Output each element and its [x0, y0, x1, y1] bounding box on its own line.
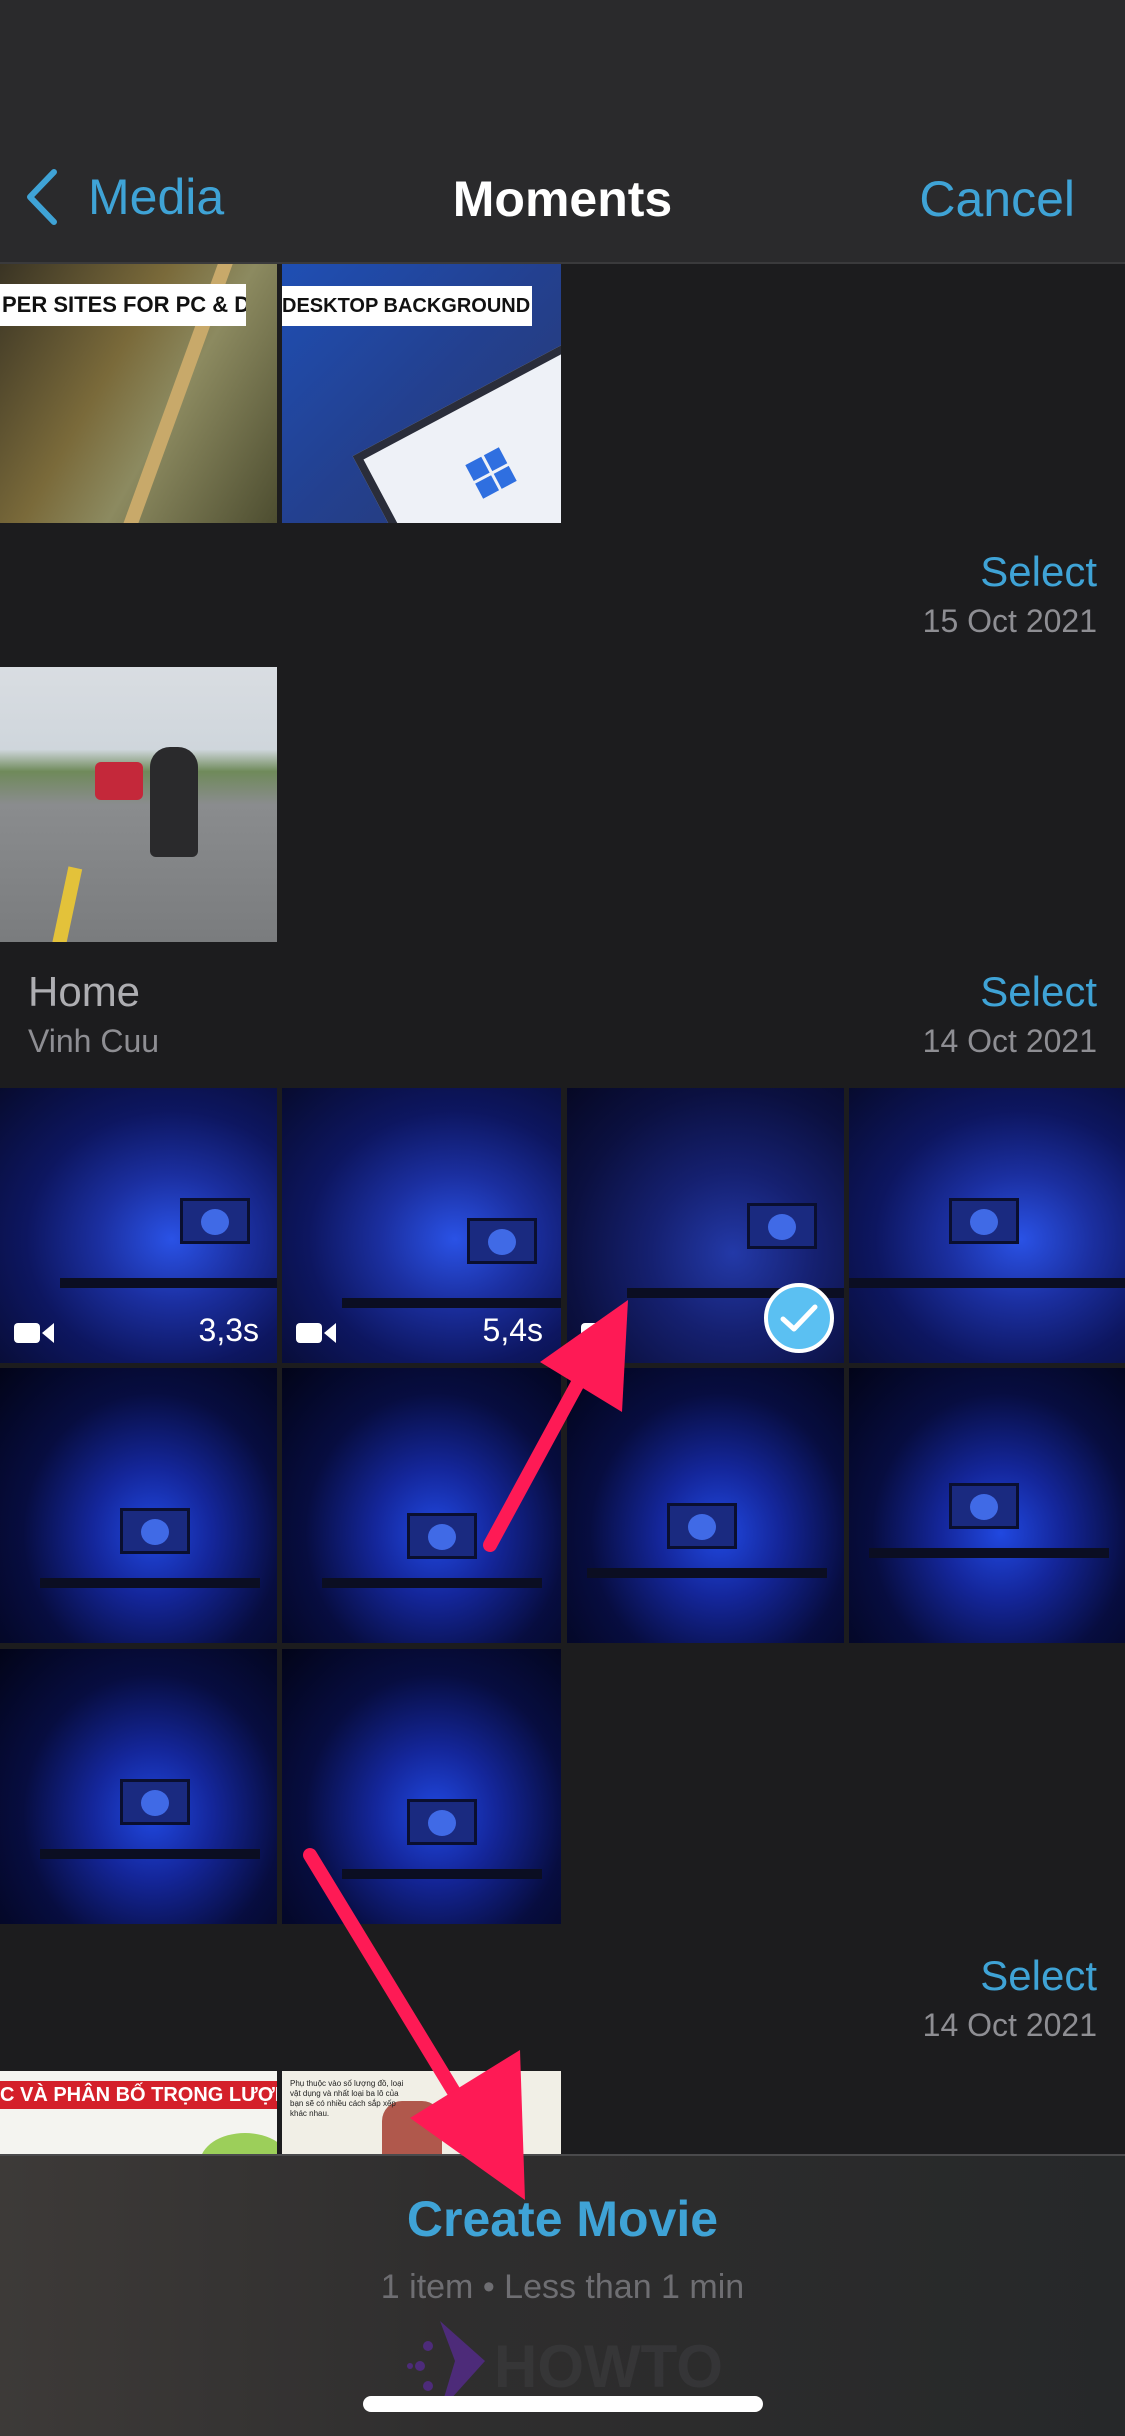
bottom-toolbar: Create Movie 1 item • Less than 1 min HO… — [0, 2154, 1125, 2436]
thumbnail-image — [0, 1649, 277, 1924]
video-duration: 3,3s — [198, 1312, 259, 1348]
back-to-media-button[interactable]: Media — [24, 168, 224, 226]
media-thumbnail[interactable] — [849, 1088, 1125, 1363]
section-date: 14 Oct 2021 — [922, 2007, 1097, 2043]
back-label: Media — [88, 169, 225, 225]
thumbnail-image: PER SITES FOR PC & DESKTOP — [0, 264, 277, 523]
video-thumbnail-selected[interactable] — [567, 1088, 844, 1363]
thumbnail-image — [849, 1088, 1125, 1363]
section-location: Vinh Cuu — [28, 1023, 160, 1059]
video-camera-icon — [581, 1323, 621, 1343]
thumbnail-image — [0, 1368, 277, 1643]
media-thumbnail[interactable] — [0, 1649, 277, 1924]
selected-checkmark-icon[interactable] — [764, 1283, 834, 1353]
thumbnail-image: DESKTOP BACKGROUND WINDOWS 11 — [282, 264, 561, 523]
home-indicator[interactable] — [363, 2396, 763, 2412]
media-thumbnail[interactable] — [0, 1368, 277, 1643]
chevron-left-icon — [27, 169, 57, 225]
thumbnail-image — [0, 667, 277, 942]
thumbnail-image — [282, 1368, 561, 1643]
select-button[interactable]: Select — [980, 968, 1097, 1016]
media-thumbnail[interactable] — [0, 667, 277, 942]
thumbnail-image — [282, 1649, 561, 1924]
create-movie-button[interactable]: Create Movie — [0, 2190, 1125, 2248]
media-thumbnail[interactable]: PER SITES FOR PC & DESKTOP — [0, 264, 277, 523]
section-header: Select 15 Oct 2021 — [0, 548, 1125, 639]
section-header: Home Vinh Cuu Select 14 Oct 2021 — [0, 968, 1125, 1059]
section-header: Select 14 Oct 2021 — [0, 1952, 1125, 2043]
watermark-text: HOWTO — [494, 2332, 723, 2400]
video-duration: 5,4s — [482, 1312, 543, 1348]
video-thumbnail[interactable]: 5,4s — [282, 1088, 561, 1363]
media-thumbnail[interactable] — [282, 1649, 561, 1924]
media-thumbnail[interactable] — [567, 1368, 844, 1643]
select-button[interactable]: Select — [980, 548, 1097, 596]
thumbnail-caption: PER SITES FOR PC & DESKTOP — [0, 284, 246, 326]
media-thumbnail[interactable] — [282, 1368, 561, 1643]
section-title: Home — [28, 968, 141, 1015]
video-thumbnail[interactable]: 3,3s — [0, 1088, 277, 1363]
thumbnail-caption: DESKTOP BACKGROUND WINDOWS 11 — [282, 286, 532, 326]
video-camera-icon — [14, 1323, 54, 1343]
video-camera-icon — [296, 1323, 336, 1343]
media-thumbnail[interactable]: DESKTOP BACKGROUND WINDOWS 11 — [282, 264, 561, 523]
thumbnail-image — [567, 1368, 844, 1643]
media-thumbnail[interactable] — [849, 1368, 1125, 1643]
select-button[interactable]: Select — [980, 1952, 1097, 2000]
section-date: 14 Oct 2021 — [922, 1023, 1097, 1059]
thumbnail-image — [849, 1368, 1125, 1643]
navigation-bar: Media Moments Cancel — [0, 0, 1125, 264]
thumbnail-caption: C VÀ PHÂN BỐ TRỌNG LƯỢNG TR — [0, 2081, 277, 2109]
thumbnail-caption: Phụ thuộc vào số lượng đồ, loại vật dụng… — [290, 2079, 404, 2118]
selection-summary: 1 item • Less than 1 min — [380, 2268, 745, 2306]
cancel-button[interactable]: Cancel — [919, 170, 1075, 228]
section-date: 15 Oct 2021 — [922, 603, 1097, 639]
